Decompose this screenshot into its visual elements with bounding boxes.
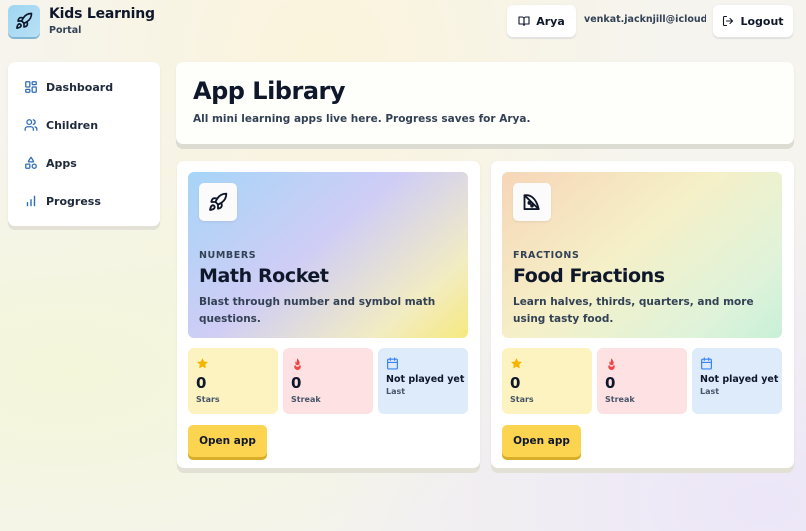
star-icon [197, 358, 208, 369]
stat-label: Last [700, 387, 720, 396]
stat-last-played: Not played yet Last [692, 348, 782, 414]
stat-stars: 0 Stars [188, 348, 278, 414]
shapes-icon [25, 156, 37, 169]
calendar-icon [387, 357, 398, 370]
app-category: NUMBERS [199, 250, 257, 261]
stat-label: Stars [196, 395, 220, 404]
stat-label: Stars [510, 395, 534, 404]
stat-value: Not played yet [700, 374, 779, 385]
logout-button[interactable]: Logout [713, 5, 793, 37]
sidebar-item-children[interactable]: Children [24, 115, 154, 135]
app-category: FRACTIONS [513, 250, 580, 261]
stat-value: 0 [196, 374, 207, 392]
brand-subtitle: Portal [49, 25, 82, 36]
stat-label: Streak [605, 395, 635, 404]
logout-label: Logout [740, 14, 784, 28]
logout-icon [723, 15, 734, 27]
page-subtitle: All mini learning apps live here. Progre… [193, 113, 531, 125]
calendar-icon [701, 357, 712, 370]
rocket-icon [209, 192, 228, 211]
stat-value: 0 [291, 374, 302, 392]
flame-icon [608, 358, 615, 370]
pizza-slice-icon [523, 194, 540, 210]
user-name: Arya [536, 14, 565, 28]
stat-streak: 0 Streak [597, 348, 687, 414]
book-open-icon [518, 16, 530, 27]
stat-value: 0 [605, 374, 616, 392]
flame-icon [294, 358, 301, 370]
stat-streak: 0 Streak [283, 348, 373, 414]
app-description: Learn halves, thirds, quarters, and more… [513, 296, 754, 325]
app-description: Blast through number and symbol math que… [199, 296, 436, 325]
open-app-button[interactable]: Open app [188, 425, 267, 457]
stat-last-played: Not played yet Last [378, 348, 468, 414]
app-icon [513, 183, 551, 221]
user-email: venkat.jacknjill@icloud... [584, 14, 706, 25]
sidebar-item-label: Apps [46, 156, 77, 170]
sidebar-item-label: Dashboard [46, 80, 114, 94]
rocket-icon [16, 12, 33, 29]
sidebar-item-label: Children [46, 118, 99, 132]
bar-chart-icon [26, 195, 36, 207]
stat-label: Streak [291, 395, 321, 404]
page-title: App Library [193, 77, 346, 105]
star-icon [511, 358, 522, 369]
sidebar-item-dashboard[interactable]: Dashboard [24, 77, 154, 97]
stat-stars: 0 Stars [502, 348, 592, 414]
logo[interactable] [8, 5, 40, 37]
sidebar-item-progress[interactable]: Progress [24, 191, 154, 211]
dashboard-icon [25, 81, 37, 93]
app-title: Food Fractions [513, 265, 665, 287]
users-icon [24, 119, 38, 131]
sidebar-item-label: Progress [46, 194, 101, 208]
app-title: Math Rocket [199, 265, 329, 287]
brand-title: Kids Learning [49, 6, 155, 22]
app-icon [199, 183, 237, 221]
stat-label: Last [386, 387, 406, 396]
stat-value: 0 [510, 374, 521, 392]
user-chip[interactable]: Arya [507, 5, 576, 37]
stat-value: Not played yet [386, 374, 465, 385]
open-app-button[interactable]: Open app [502, 425, 581, 457]
sidebar-item-apps[interactable]: Apps [24, 153, 154, 173]
